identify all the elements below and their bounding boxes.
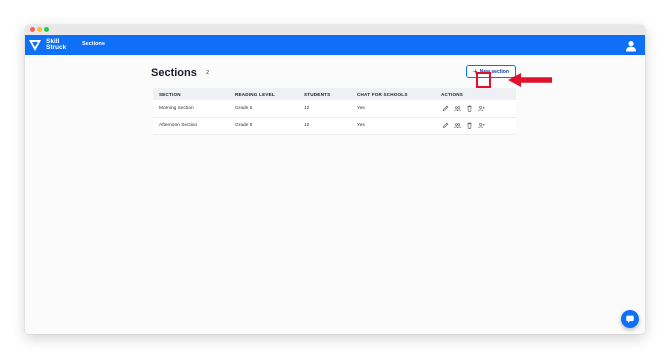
section-count: 2 [206, 70, 210, 76]
plus-icon: + [473, 66, 478, 76]
table-row: Morning Section Grade 5 12 Yes [153, 100, 516, 118]
pencil-icon[interactable] [441, 104, 449, 112]
skillstruck-logo[interactable]: Skill Struck [28, 37, 66, 53]
cell-reading-level: Grade 5 [229, 117, 298, 135]
header-section: SECTION [153, 88, 229, 100]
table-header-row: SECTION READING LEVEL STUDENTS CHAT FOR … [153, 88, 516, 100]
trash-icon[interactable] [465, 104, 473, 112]
user-account-icon[interactable] [625, 39, 637, 52]
main-content: Sections 2 + New section SECTION READING… [25, 55, 645, 334]
cell-actions [435, 117, 516, 135]
add-user-icon[interactable] [477, 104, 485, 112]
cell-students: 12 [298, 100, 351, 118]
header-actions: ACTIONS [435, 88, 516, 100]
browser-window: Skill Struck Sections Sections 2 + New s… [25, 25, 645, 334]
minimize-window-button[interactable] [37, 27, 42, 32]
page-title: Sections [151, 67, 197, 79]
cell-chat: Yes [351, 100, 435, 118]
annotation-arrow-icon [508, 73, 552, 87]
add-user-icon[interactable] [477, 122, 485, 130]
new-section-label: New section [479, 68, 509, 75]
table-row: Afternoon Section Grade 5 12 Yes [153, 117, 516, 135]
header-reading-level: READING LEVEL [229, 88, 298, 100]
close-window-button[interactable] [30, 27, 35, 32]
cell-section: Afternoon Section [153, 117, 229, 135]
sections-table: SECTION READING LEVEL STUDENTS CHAT FOR … [153, 88, 516, 135]
cell-section: Morning Section [153, 100, 229, 118]
logo-line2: Struck [46, 44, 67, 51]
people-icon[interactable] [453, 122, 461, 130]
nav-link-sections[interactable]: Sections [82, 41, 105, 47]
chat-support-button[interactable] [621, 310, 639, 328]
header-students: STUDENTS [298, 88, 351, 100]
header-chat: CHAT FOR SCHOOLS [351, 88, 435, 100]
cell-chat: Yes [351, 117, 435, 135]
logo-text: Skill Struck [46, 38, 67, 52]
logo-shield-icon [29, 40, 41, 51]
chat-icon [626, 315, 634, 324]
maximize-window-button[interactable] [44, 27, 49, 32]
cell-reading-level: Grade 5 [229, 100, 298, 118]
trash-icon[interactable] [465, 122, 473, 130]
top-navbar: Skill Struck Sections [25, 35, 645, 55]
pencil-icon[interactable] [441, 122, 449, 130]
people-icon[interactable] [453, 104, 461, 112]
cell-actions [435, 100, 516, 118]
cell-students: 12 [298, 117, 351, 135]
window-titlebar [25, 25, 645, 35]
